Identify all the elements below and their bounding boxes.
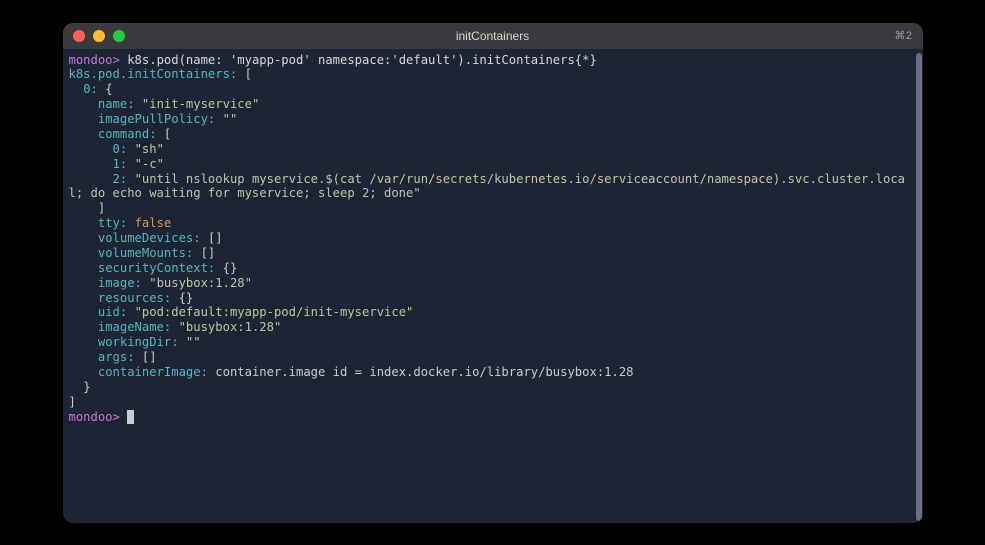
field-imagename-value: "busybox:1.28" bbox=[179, 320, 282, 334]
cursor bbox=[127, 410, 134, 424]
field-volumemounts-key: volumeMounts: bbox=[98, 246, 193, 260]
command-line: k8s.pod(name: 'myapp-pod' namespace:'def… bbox=[127, 53, 597, 67]
prompt-2: mondoo> bbox=[69, 410, 120, 424]
field-securitycontext-value: {} bbox=[223, 261, 238, 275]
zoom-icon[interactable] bbox=[113, 30, 125, 42]
command-idx-1: 1: bbox=[113, 157, 128, 171]
index-label: 0: bbox=[83, 82, 98, 96]
field-tty-value: false bbox=[135, 216, 172, 230]
terminal-body[interactable]: mondoo> k8s.pod(name: 'myapp-pod' namesp… bbox=[63, 49, 923, 523]
field-imagename-key: imageName: bbox=[98, 320, 171, 334]
field-uid-key: uid: bbox=[98, 305, 127, 319]
field-image-key: image: bbox=[98, 276, 142, 290]
command-idx-0: 0: bbox=[113, 142, 128, 156]
field-volumedevices-value: [] bbox=[208, 231, 223, 245]
minimize-icon[interactable] bbox=[93, 30, 105, 42]
field-imagepullpolicy-key: imagePullPolicy: bbox=[98, 112, 215, 126]
field-name-value: "init-myservice" bbox=[142, 97, 259, 111]
terminal-window: initContainers ⌘2 mondoo> k8s.pod(name: … bbox=[63, 23, 923, 523]
field-workingdir-key: workingDir: bbox=[98, 335, 179, 349]
field-name-key: name: bbox=[98, 97, 135, 111]
command-val-0: "sh" bbox=[135, 142, 164, 156]
field-uid-value: "pod:default:myapp-pod/init-myservice" bbox=[135, 305, 414, 319]
command-val-2: "until nslookup myservice.$(cat /var/run… bbox=[69, 172, 906, 201]
field-containerimage-value: container.image id = index.docker.io/lib… bbox=[215, 365, 633, 379]
command-val-1: "-c" bbox=[135, 157, 164, 171]
field-image-value: "busybox:1.28" bbox=[149, 276, 252, 290]
field-volumemounts-value: [] bbox=[201, 246, 216, 260]
titlebar: initContainers ⌘2 bbox=[63, 23, 923, 49]
field-command-key: command: bbox=[98, 127, 157, 141]
window-title: initContainers bbox=[63, 29, 923, 43]
scrollbar[interactable] bbox=[916, 53, 922, 521]
field-tty-key: tty: bbox=[98, 216, 127, 230]
close-icon[interactable] bbox=[73, 30, 85, 42]
tab-indicator: ⌘2 bbox=[894, 29, 912, 42]
field-containerimage-key: containerImage: bbox=[98, 365, 208, 379]
command-idx-2: 2: bbox=[113, 172, 128, 186]
field-volumedevices-key: volumeDevices: bbox=[98, 231, 201, 245]
prompt: mondoo> bbox=[69, 53, 120, 67]
window-controls bbox=[73, 30, 125, 42]
terminal-output: mondoo> k8s.pod(name: 'myapp-pod' namesp… bbox=[69, 53, 917, 425]
field-args-value: [] bbox=[142, 350, 157, 364]
field-workingdir-value: "" bbox=[186, 335, 201, 349]
field-resources-value: {} bbox=[179, 291, 194, 305]
field-securitycontext-key: securityContext: bbox=[98, 261, 215, 275]
output-header: k8s.pod.initContainers: bbox=[69, 67, 238, 81]
field-resources-key: resources: bbox=[98, 291, 171, 305]
field-args-key: args: bbox=[98, 350, 135, 364]
field-imagepullpolicy-value: "" bbox=[223, 112, 238, 126]
